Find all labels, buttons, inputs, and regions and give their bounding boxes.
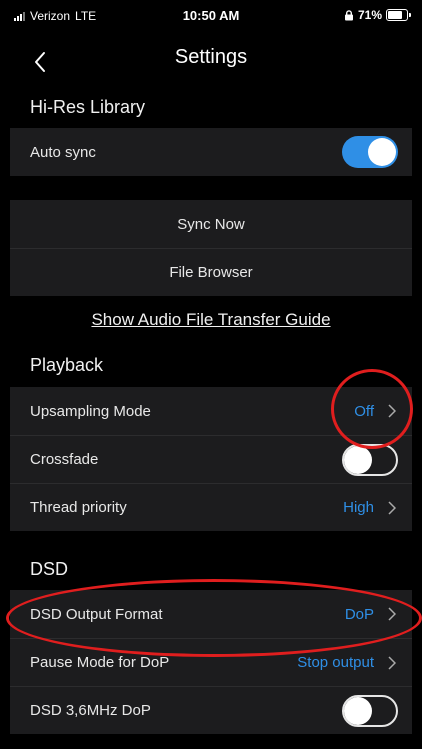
section-header-dsd: DSD	[30, 559, 69, 579]
dsd-group: DSD Output Format DoP Pause Mode for DoP…	[10, 590, 412, 734]
dsd-dop-label: DSD 3,6MHz DoP	[30, 702, 151, 719]
dsd-dop-toggle[interactable]	[342, 694, 398, 727]
crossfade-row: Crossfade	[10, 435, 412, 483]
battery-icon	[386, 9, 411, 21]
file-browser-label: File Browser	[169, 264, 253, 281]
navigation-bar: Settings	[0, 36, 422, 82]
chevron-right-icon	[388, 404, 396, 418]
section-header-hires-library: Hi-Res Library	[30, 97, 146, 117]
upsampling-mode-value: Off	[354, 402, 374, 420]
auto-sync-toggle[interactable]	[342, 136, 398, 168]
thread-priority-value: High	[343, 499, 374, 516]
toggle-knob	[344, 696, 372, 725]
thread-priority-label: Thread priority	[30, 499, 127, 516]
page-title: Settings	[174, 46, 248, 68]
file-browser-button[interactable]: File Browser	[10, 248, 412, 296]
dsd-output-format-value: DoP	[344, 605, 374, 623]
chevron-right-icon	[388, 607, 396, 621]
toggle-knob	[368, 138, 396, 166]
upsampling-mode-row[interactable]: Upsampling Mode Off	[10, 387, 412, 435]
transfer-guide-link[interactable]: Show Audio File Transfer Guide	[0, 310, 422, 330]
dsd-output-format-label: DSD Output Format	[30, 605, 163, 623]
pause-mode-label: Pause Mode for DoP	[30, 654, 170, 671]
orientation-lock-icon	[344, 9, 353, 20]
dsd-output-format-row[interactable]: DSD Output Format DoP	[10, 590, 412, 638]
sync-actions-group: Sync Now File Browser	[10, 200, 412, 296]
status-bar: Verizon LTE 10:50 AM 71%	[0, 0, 422, 34]
crossfade-toggle[interactable]	[342, 443, 398, 476]
status-right: 71%	[344, 8, 411, 22]
auto-sync-row: Auto sync	[10, 128, 412, 176]
pause-mode-value: Stop output	[297, 654, 374, 671]
toggle-knob	[344, 445, 372, 474]
thread-priority-row[interactable]: Thread priority High	[10, 483, 412, 531]
sync-now-label: Sync Now	[177, 215, 245, 233]
section-header-playback: Playback	[30, 355, 104, 375]
pause-mode-row[interactable]: Pause Mode for DoP Stop output	[10, 638, 412, 686]
chevron-right-icon	[388, 655, 396, 670]
battery-percent: 71%	[357, 8, 382, 22]
crossfade-label: Crossfade	[30, 451, 99, 468]
upsampling-mode-label: Upsampling Mode	[30, 402, 151, 420]
playback-group: Upsampling Mode Off Crossfade Thread pri…	[10, 387, 412, 531]
sync-now-button[interactable]: Sync Now	[10, 200, 412, 248]
hires-library-group: Auto sync	[10, 128, 412, 176]
auto-sync-label: Auto sync	[30, 143, 96, 161]
chevron-right-icon	[388, 500, 396, 515]
dsd-dop-row: DSD 3,6MHz DoP	[10, 686, 412, 734]
